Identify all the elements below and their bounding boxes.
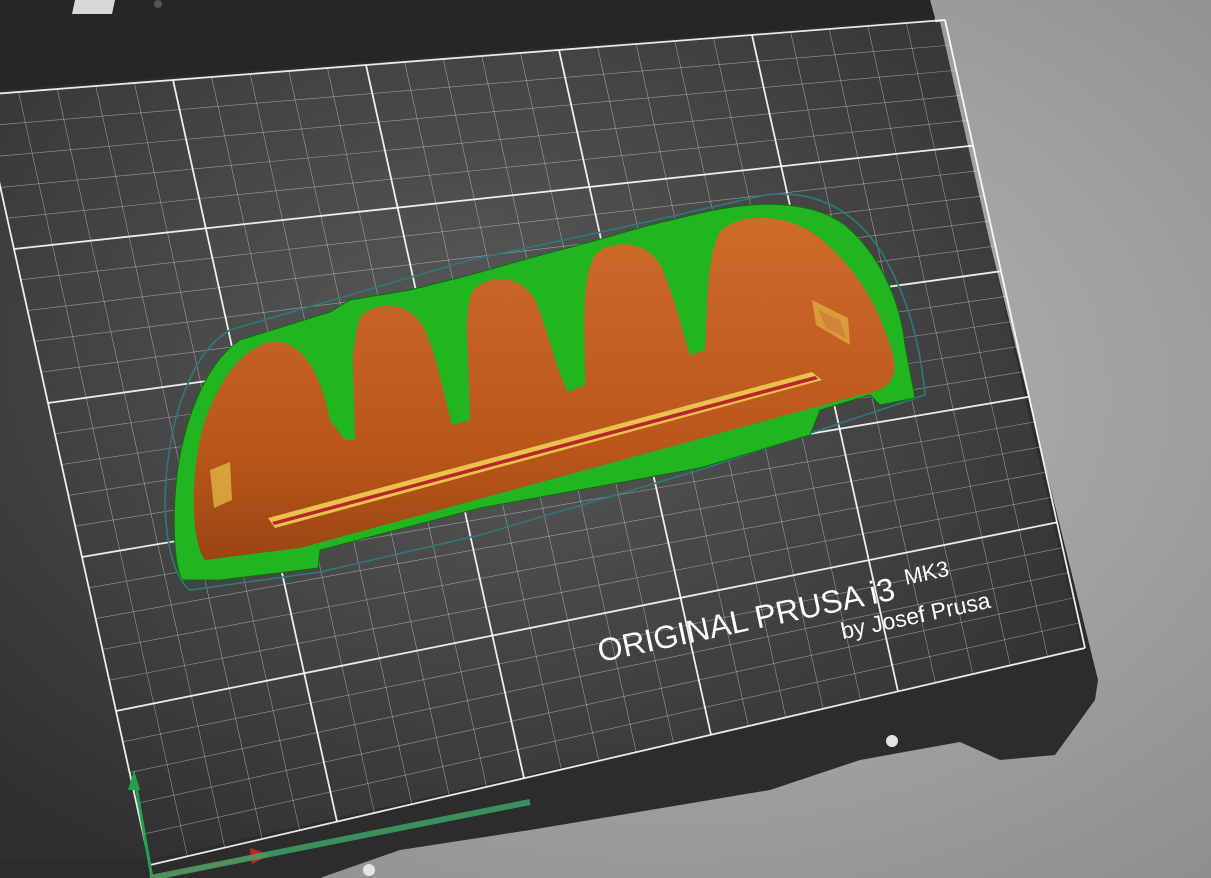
gcode-preview-canvas[interactable]: ORIGINAL PRUSA i3 MK3 by Josef Prusa xyxy=(0,0,1211,878)
printer-top-marker xyxy=(72,0,115,14)
3d-viewport[interactable]: ORIGINAL PRUSA i3 MK3 by Josef Prusa xyxy=(0,0,1211,878)
bed-screw-right xyxy=(886,735,898,747)
bed-screw-bottom xyxy=(363,864,375,876)
printer-top-screw xyxy=(154,0,162,8)
